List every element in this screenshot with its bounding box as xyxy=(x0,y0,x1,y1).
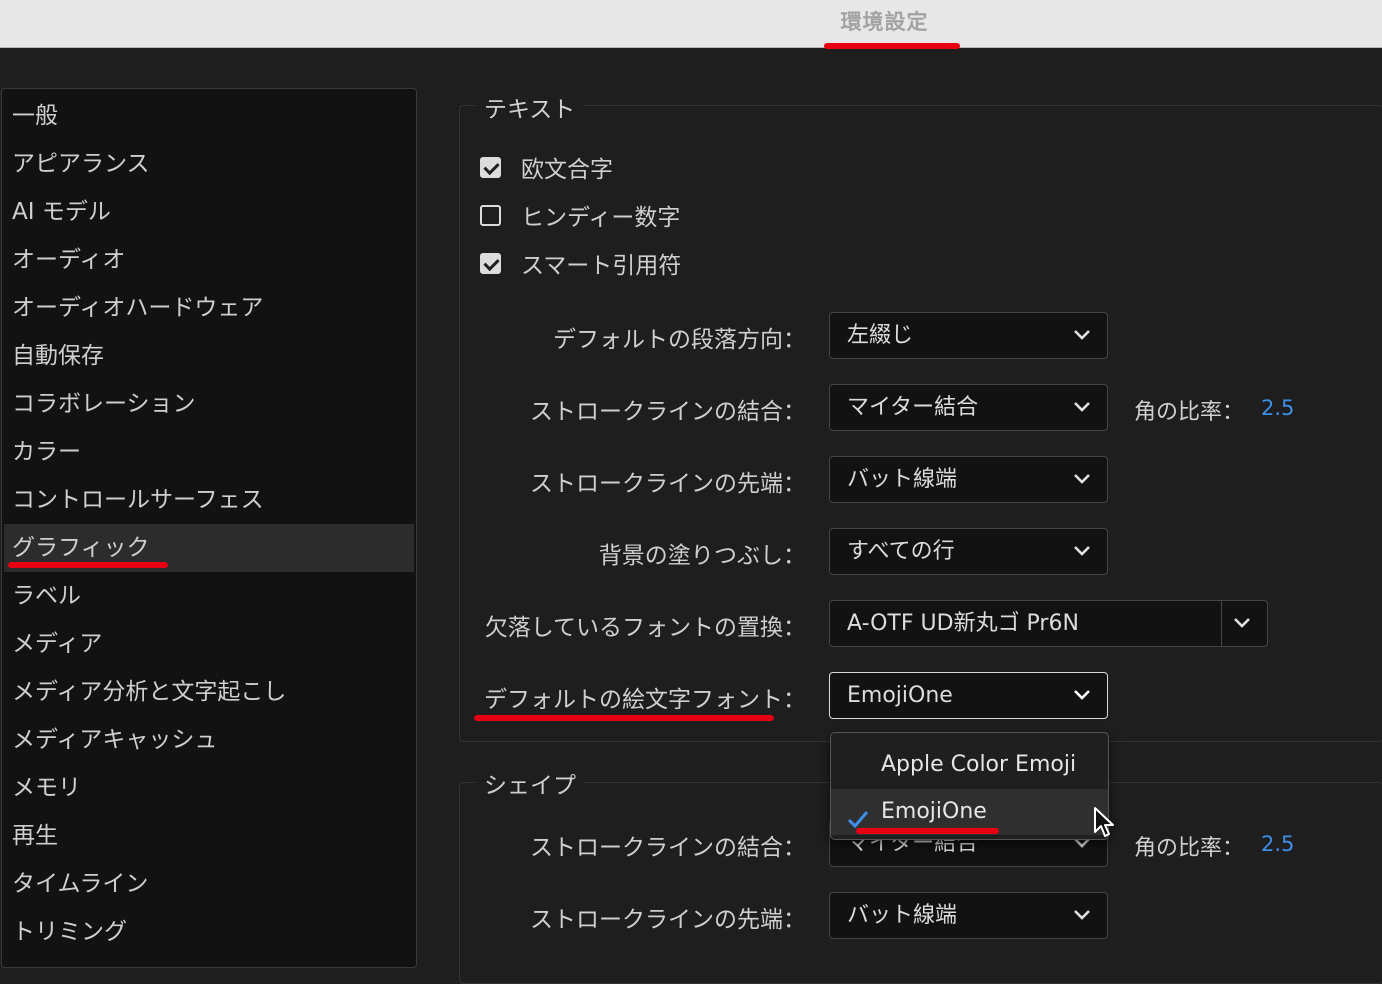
miter-ratio-label: 角の比率： xyxy=(1134,400,1245,425)
emojione-highlight-mark xyxy=(856,828,999,834)
background-fill-label: 背景の塗りつぶし： xyxy=(598,543,806,569)
hindi-digits-label: ヒンディー数字 xyxy=(521,205,681,231)
combo-divider xyxy=(1221,601,1222,646)
paragraph-direction-dropdown[interactable]: 左綴じ xyxy=(829,312,1108,359)
mouse-cursor-icon xyxy=(1093,806,1117,846)
stroke-join-dropdown[interactable]: マイター結合 xyxy=(829,384,1108,431)
shape-stroke-cap-value: バット線端 xyxy=(847,903,958,928)
ligatures-row[interactable]: 欧文合字 xyxy=(480,150,613,184)
shape-group-title: シェイプ xyxy=(476,766,584,800)
chevron-down-icon xyxy=(1074,471,1090,487)
sidebar-item-media[interactable]: メディア xyxy=(2,620,416,668)
sidebar-item-collaboration[interactable]: コラボレーション xyxy=(2,380,416,428)
miter-ratio-value[interactable]: 2.5 xyxy=(1261,396,1294,420)
missing-font-combobox[interactable]: A-OTF UD新丸ゴ Pr6N xyxy=(829,600,1268,647)
emoji-label-highlight-mark xyxy=(474,715,774,721)
sidebar-item-playback[interactable]: 再生 xyxy=(2,812,416,860)
ligatures-label: 欧文合字 xyxy=(521,157,613,183)
missing-font-label: 欠落しているフォントの置換： xyxy=(484,615,806,641)
sidebar-item-audio-hardware[interactable]: オーディオハードウェア xyxy=(2,284,416,332)
menu-item-apple-color-emoji[interactable]: Apple Color Emoji xyxy=(831,742,1108,788)
chevron-down-icon xyxy=(1074,907,1090,923)
smart-quotes-label: スマート引用符 xyxy=(521,253,682,279)
ligatures-checkbox[interactable] xyxy=(480,156,501,178)
sidebar-item-color[interactable]: カラー xyxy=(2,428,416,476)
background-fill-dropdown[interactable]: すべての行 xyxy=(829,528,1108,575)
smart-quotes-row[interactable]: スマート引用符 xyxy=(480,246,681,280)
title-highlight-mark xyxy=(824,43,960,49)
missing-font-value[interactable]: A-OTF UD新丸ゴ Pr6N xyxy=(847,601,1079,646)
emoji-font-label: デフォルトの絵文字フォント： xyxy=(484,687,806,713)
stroke-cap-dropdown[interactable]: バット線端 xyxy=(829,456,1108,503)
chevron-down-icon xyxy=(1074,399,1090,415)
chevron-down-icon xyxy=(1074,543,1090,559)
emoji-font-value: EmojiOne xyxy=(847,683,953,708)
stroke-join-value: マイター結合 xyxy=(847,395,979,420)
shape-miter-ratio-label: 角の比率： xyxy=(1134,836,1245,861)
sidebar-item-memory[interactable]: メモリ xyxy=(2,764,416,812)
sidebar-item-general[interactable]: 一般 xyxy=(2,92,416,140)
sidebar-item-labels[interactable]: ラベル xyxy=(2,572,416,620)
window-title: 環境設定 xyxy=(840,10,929,34)
sidebar-item-media-cache[interactable]: メディアキャッシュ xyxy=(2,716,416,764)
checkmark-icon xyxy=(847,801,869,847)
smart-quotes-checkbox[interactable] xyxy=(480,252,501,274)
sidebar-item-ai-models[interactable]: AI モデル xyxy=(2,188,416,236)
sidebar-item-control-surface[interactable]: コントロールサーフェス xyxy=(2,476,416,524)
preferences-sidebar: 一般 アピアランス AI モデル オーディオ オーディオハードウェア 自動保存 … xyxy=(1,88,417,968)
sidebar-item-audio[interactable]: オーディオ xyxy=(2,236,416,284)
sidebar-item-timeline[interactable]: タイムライン xyxy=(2,860,416,908)
chevron-down-icon[interactable] xyxy=(1234,615,1250,631)
shape-stroke-cap-dropdown[interactable]: バット線端 xyxy=(829,892,1108,939)
sidebar-item-auto-save[interactable]: 自動保存 xyxy=(2,332,416,380)
paragraph-direction-label: デフォルトの段落方向： xyxy=(553,327,806,353)
chevron-down-icon xyxy=(1074,687,1090,703)
stroke-cap-label: ストロークラインの先端： xyxy=(530,471,806,497)
text-group-title: テキスト xyxy=(476,90,584,124)
title-bar: 環境設定 xyxy=(0,0,1382,48)
stroke-cap-value: バット線端 xyxy=(847,467,958,492)
paragraph-direction-value: 左綴じ xyxy=(847,323,914,348)
sidebar-item-trimming[interactable]: トリミング xyxy=(2,908,416,956)
hindi-digits-row[interactable]: ヒンディー数字 xyxy=(480,198,680,232)
menu-item-label: Apple Color Emoji xyxy=(881,752,1077,777)
chevron-down-icon xyxy=(1074,327,1090,343)
emoji-font-dropdown[interactable]: EmojiOne xyxy=(829,672,1108,719)
shape-miter-ratio-value[interactable]: 2.5 xyxy=(1261,832,1294,856)
background-fill-value: すべての行 xyxy=(847,539,955,564)
shape-stroke-cap-label: ストロークラインの先端： xyxy=(530,907,806,933)
graphics-highlight-mark xyxy=(8,562,168,568)
sidebar-item-appearance[interactable]: アピアランス xyxy=(2,140,416,188)
stroke-join-label: ストロークラインの結合： xyxy=(530,399,806,425)
emoji-font-menu: Apple Color Emoji EmojiOne xyxy=(830,732,1109,840)
sidebar-item-media-analysis[interactable]: メディア分析と文字起こし xyxy=(2,668,416,716)
hindi-digits-checkbox[interactable] xyxy=(480,204,501,226)
shape-stroke-join-label: ストロークラインの結合： xyxy=(530,835,806,861)
